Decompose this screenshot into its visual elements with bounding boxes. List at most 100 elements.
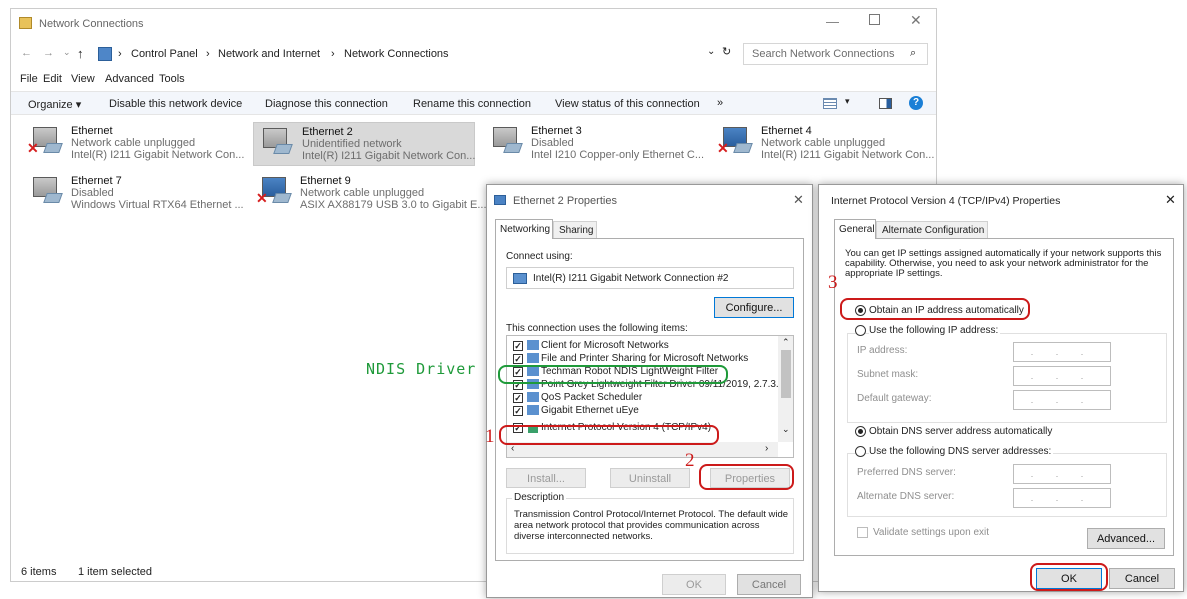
list-item[interactable]: Ethernet 3 Disabled Intel I210 Copper-on…: [487, 125, 717, 163]
connect-using-label: Connect using:: [506, 251, 573, 262]
close-icon[interactable]: ✕: [1165, 192, 1176, 208]
ipv4-properties-dialog: Internet Protocol Version 4 (TCP/IPv4) P…: [818, 184, 1184, 592]
ok-highlight: [1030, 563, 1108, 591]
connection-name: Ethernet 7: [71, 175, 122, 187]
connection-device: Intel I210 Copper-only Ethernet C...: [531, 149, 705, 161]
tab-general[interactable]: General: [834, 219, 876, 239]
list-item[interactable]: Ethernet 2 Unidentified network Intel(R)…: [253, 122, 475, 166]
configure-button[interactable]: Configure...: [714, 297, 794, 318]
subnet-label: Subnet mask:: [857, 369, 919, 380]
checkbox-icon[interactable]: ✓: [513, 406, 523, 416]
ipv4-highlight: [499, 425, 719, 445]
list-item[interactable]: ✕ Ethernet Network cable unplugged Intel…: [27, 125, 257, 163]
history-chevron-icon[interactable]: ⌄: [63, 47, 71, 58]
breadcrumb-network-connections[interactable]: Network Connections: [344, 48, 449, 60]
maximize-button[interactable]: [869, 14, 880, 25]
validate-label[interactable]: Validate settings upon exit: [873, 527, 989, 538]
network-folder-icon: [19, 17, 32, 29]
search-icon: ⌕: [910, 47, 917, 59]
menu-edit[interactable]: Edit: [43, 73, 62, 85]
organize-button[interactable]: Organize ▾: [28, 98, 81, 111]
intro-text: You can get IP settings assigned automat…: [845, 248, 1162, 279]
diagnose-button[interactable]: Diagnose this connection: [265, 98, 388, 110]
up-arrow-icon[interactable]: ↑: [77, 46, 84, 61]
annotation-number-2: 2: [685, 450, 695, 471]
checkbox-icon[interactable]: ✓: [513, 393, 523, 403]
list-item[interactable]: ✕ Ethernet 9 Network cable unplugged ASI…: [256, 175, 487, 213]
vertical-scrollbar[interactable]: ⌃ ⌄: [778, 336, 793, 442]
tab-label: Alternate Configuration: [882, 225, 985, 236]
manual-dns-label[interactable]: Use the following DNS server addresses:: [869, 446, 1054, 457]
menu-tools[interactable]: Tools: [159, 73, 185, 85]
dialog-title: Ethernet 2 Properties: [513, 195, 617, 207]
command-bar: Organize ▾ Disable this network device D…: [11, 91, 936, 115]
uninstall-button: Uninstall: [610, 468, 690, 488]
search-input[interactable]: Search Network Connections ⌕: [743, 43, 928, 65]
breadcrumb-network-internet[interactable]: Network and Internet: [218, 48, 320, 60]
breadcrumb-control-panel[interactable]: Control Panel: [131, 48, 198, 60]
manual-ip-radio[interactable]: [855, 325, 866, 336]
list-item[interactable]: ✓ Client for Microsoft Networks: [511, 340, 781, 353]
checkbox-icon[interactable]: ✓: [513, 341, 523, 351]
minimize-button[interactable]: —: [826, 14, 839, 29]
list-item[interactable]: ✕ Ethernet 4 Network cable unplugged Int…: [717, 125, 937, 163]
back-arrow-icon[interactable]: ←: [21, 47, 32, 59]
list-item[interactable]: ✓ QoS Packet Scheduler: [511, 392, 781, 405]
tab-alternate[interactable]: Alternate Configuration: [876, 221, 988, 239]
list-item[interactable]: Ethernet 7 Disabled Windows Virtual RTX6…: [27, 175, 257, 213]
breadcrumb-sep-icon: ›: [118, 48, 122, 60]
menu-view[interactable]: View: [71, 73, 95, 85]
checkbox-icon[interactable]: ✓: [513, 354, 523, 364]
menu-file[interactable]: File: [20, 73, 38, 85]
menu-advanced[interactable]: Advanced: [105, 73, 154, 85]
ip-address-input[interactable]: . . .: [1013, 342, 1111, 362]
auto-dns-radio[interactable]: [855, 426, 866, 437]
preview-pane-icon[interactable]: [879, 98, 892, 109]
connection-status: Network cable unplugged: [71, 137, 196, 149]
tab-sharing[interactable]: Sharing: [553, 221, 597, 239]
connection-status: Network cable unplugged: [300, 187, 425, 199]
close-icon[interactable]: ✕: [793, 192, 804, 208]
refresh-icon[interactable]: ↻: [722, 45, 731, 58]
breadcrumb[interactable]: › Control Panel › Network and Internet ›…: [95, 43, 725, 65]
scroll-thumb[interactable]: [781, 350, 791, 398]
preferred-dns-input[interactable]: . . .: [1013, 464, 1111, 484]
tab-panel: You can get IP settings assigned automat…: [834, 238, 1174, 556]
tab-networking[interactable]: Networking: [495, 219, 553, 239]
alternate-dns-label: Alternate DNS server:: [857, 491, 955, 502]
address-dropdown-icon[interactable]: ⌄: [707, 46, 715, 57]
more-commands-button[interactable]: »: [717, 97, 723, 109]
menu-bar: File Edit View Advanced Tools: [11, 71, 936, 89]
rename-button[interactable]: Rename this connection: [413, 98, 531, 110]
cancel-button[interactable]: Cancel: [737, 574, 801, 595]
client-icon: [527, 340, 539, 350]
close-button[interactable]: ✕: [910, 12, 922, 29]
view-status-button[interactable]: View status of this connection: [555, 98, 700, 110]
gateway-input[interactable]: . . .: [1013, 390, 1111, 410]
adapter-name: Intel(R) I211 Gigabit Network Connection…: [533, 273, 729, 284]
scroll-down-icon[interactable]: ⌄: [782, 424, 790, 435]
annotation-number-1: 1: [485, 426, 495, 447]
manual-dns-radio[interactable]: [855, 446, 866, 457]
disable-device-button[interactable]: Disable this network device: [109, 98, 242, 110]
ok-button[interactable]: OK: [662, 574, 726, 595]
connection-name: Ethernet 3: [531, 125, 582, 137]
scroll-right-icon[interactable]: ›: [765, 443, 768, 454]
connection-status: Disabled: [531, 137, 574, 149]
forward-arrow-icon[interactable]: →: [43, 47, 54, 59]
help-icon[interactable]: ?: [909, 96, 923, 110]
dialog-title: Internet Protocol Version 4 (TCP/IPv4) P…: [831, 195, 1061, 207]
manual-ip-label[interactable]: Use the following IP address:: [869, 325, 1001, 336]
subnet-input[interactable]: . . .: [1013, 366, 1111, 386]
cancel-button[interactable]: Cancel: [1109, 568, 1175, 589]
ethernet-icon: [257, 126, 293, 160]
change-view-icon[interactable]: [823, 98, 837, 109]
advanced-button[interactable]: Advanced...: [1087, 528, 1165, 549]
alternate-dns-input[interactable]: . . .: [1013, 488, 1111, 508]
list-item[interactable]: ✓ Gigabit Ethernet uEye: [511, 405, 781, 418]
adapter-icon: [494, 195, 506, 205]
auto-dns-label[interactable]: Obtain DNS server address automatically: [869, 426, 1052, 437]
view-dropdown-icon[interactable]: ▾: [845, 96, 850, 107]
scroll-up-icon[interactable]: ⌃: [782, 337, 790, 348]
validate-checkbox[interactable]: [857, 527, 868, 538]
